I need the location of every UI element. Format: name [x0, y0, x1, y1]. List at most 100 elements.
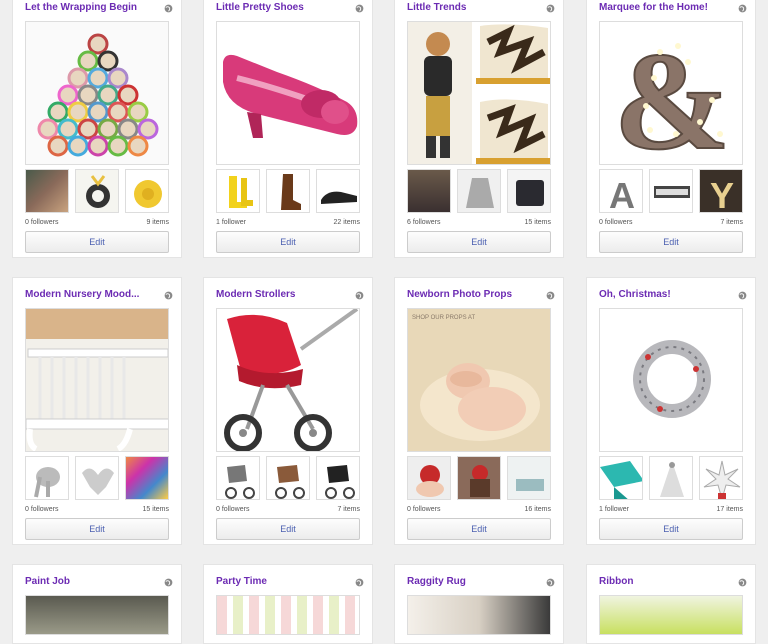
board-thumbnail[interactable] — [457, 169, 501, 213]
edit-board-button[interactable]: Edit — [407, 518, 551, 540]
items-count: 7 items — [337, 506, 360, 513]
globe-icon — [355, 578, 364, 587]
board-thumbnail[interactable] — [316, 169, 360, 213]
board-thumbnail[interactable] — [25, 456, 69, 500]
board-title[interactable]: Modern Nursery Mood... — [25, 288, 165, 304]
board-title[interactable]: Paint Job — [25, 575, 165, 591]
board-title[interactable]: Party Time — [216, 575, 356, 591]
followers-count: 0 followers — [25, 506, 59, 513]
globe-icon — [546, 4, 555, 13]
board-card[interactable]: Little Pretty Shoes 1 follower 22 items … — [203, 0, 373, 258]
cover-watermark: SHOP OUR PROPS AT — [412, 315, 475, 321]
board-thumbnail[interactable] — [125, 456, 169, 500]
board-thumbnail[interactable] — [407, 456, 451, 500]
board-title[interactable]: Oh, Christmas! — [599, 288, 739, 304]
board-thumbnail[interactable] — [649, 169, 693, 213]
board-thumbnail[interactable] — [75, 456, 119, 500]
edit-board-button[interactable]: Edit — [216, 518, 360, 540]
board-card[interactable]: Raggity Rug — [394, 564, 564, 644]
items-count: 15 items — [142, 506, 169, 513]
items-count: 7 items — [720, 219, 743, 226]
globe-icon — [164, 578, 173, 587]
items-count: 16 items — [524, 506, 551, 513]
board-thumbnail[interactable] — [599, 456, 643, 500]
board-thumbnail[interactable] — [407, 169, 451, 213]
edit-board-button[interactable]: Edit — [407, 231, 551, 253]
board-thumbnail[interactable] — [125, 169, 169, 213]
globe-icon — [546, 578, 555, 587]
followers-count: 0 followers — [25, 219, 59, 226]
board-card[interactable]: Party Time — [203, 564, 373, 644]
board-card[interactable]: Let the Wrapping Begin 0 followers 9 ite… — [12, 0, 182, 258]
board-cover-image[interactable] — [216, 308, 360, 452]
board-thumbnail[interactable] — [316, 456, 360, 500]
board-thumbnail[interactable] — [457, 456, 501, 500]
board-title[interactable]: Little Pretty Shoes — [216, 1, 356, 17]
board-title[interactable]: Ribbon — [599, 575, 739, 591]
items-count: 9 items — [146, 219, 169, 226]
followers-count: 0 followers — [216, 506, 250, 513]
board-cover-image[interactable]: SHOP OUR PROPS AT — [407, 308, 551, 452]
board-cover-image[interactable] — [407, 595, 551, 635]
board-thumbnail[interactable] — [266, 169, 310, 213]
board-title[interactable]: Little Trends — [407, 1, 547, 17]
board-thumbnail[interactable] — [25, 169, 69, 213]
svg-text:&: & — [614, 24, 731, 165]
board-cover-image[interactable] — [25, 595, 169, 635]
edit-board-button[interactable]: Edit — [25, 231, 169, 253]
globe-icon — [164, 291, 173, 300]
board-thumbnail[interactable] — [699, 456, 743, 500]
items-count: 17 items — [716, 506, 743, 513]
edit-board-button[interactable]: Edit — [599, 518, 743, 540]
board-thumbnail[interactable] — [266, 456, 310, 500]
board-title[interactable]: Marquee for the Home! — [599, 1, 739, 17]
globe-icon — [355, 4, 364, 13]
board-cover-image[interactable] — [25, 308, 169, 452]
board-card[interactable]: Newborn Photo Props SHOP OUR PROPS AT 0 … — [394, 277, 564, 545]
board-cover-image[interactable] — [599, 595, 743, 635]
board-thumbnail[interactable]: Y — [699, 169, 743, 213]
items-count: 15 items — [524, 219, 551, 226]
board-cover-image[interactable] — [25, 21, 169, 165]
board-card[interactable]: Modern Nursery Mood... 0 followers 15 it… — [12, 277, 182, 545]
board-thumbnail[interactable] — [216, 169, 260, 213]
board-cover-image[interactable] — [216, 21, 360, 165]
board-card[interactable]: Marquee for the Home! & A Y 0 followers … — [586, 0, 756, 258]
globe-icon — [738, 291, 747, 300]
board-card[interactable]: Little Trends 6 followers 15 items Edit — [394, 0, 564, 258]
board-cover-image[interactable]: & — [599, 21, 743, 165]
followers-count: 0 followers — [599, 219, 633, 226]
followers-count: 0 followers — [407, 506, 441, 513]
marquee-letter: Y — [710, 175, 734, 213]
marquee-letter: A — [609, 175, 635, 213]
followers-count: 1 follower — [599, 506, 629, 513]
globe-icon — [546, 291, 555, 300]
edit-board-button[interactable]: Edit — [599, 231, 743, 253]
edit-board-button[interactable]: Edit — [216, 231, 360, 253]
board-title[interactable]: Modern Strollers — [216, 288, 356, 304]
board-thumbnail[interactable]: A — [599, 169, 643, 213]
board-cover-image[interactable] — [599, 308, 743, 452]
board-card[interactable]: Oh, Christmas! 1 follower 17 items Edit — [586, 277, 756, 545]
globe-icon — [164, 4, 173, 13]
board-title[interactable]: Newborn Photo Props — [407, 288, 547, 304]
board-title[interactable]: Let the Wrapping Begin — [25, 1, 165, 17]
board-title[interactable]: Raggity Rug — [407, 575, 547, 591]
edit-board-button[interactable]: Edit — [25, 518, 169, 540]
board-thumbnail[interactable] — [649, 456, 693, 500]
board-card[interactable]: Ribbon — [586, 564, 756, 644]
board-cover-image[interactable] — [216, 595, 360, 635]
board-thumbnail[interactable] — [75, 169, 119, 213]
board-thumbnail[interactable] — [507, 456, 551, 500]
board-card[interactable]: Modern Strollers 0 followers 7 items Edi… — [203, 277, 373, 545]
board-card[interactable]: Paint Job — [12, 564, 182, 644]
followers-count: 1 follower — [216, 219, 246, 226]
board-cover-image[interactable] — [407, 21, 551, 165]
globe-icon — [355, 291, 364, 300]
board-thumbnail[interactable] — [216, 456, 260, 500]
globe-icon — [738, 4, 747, 13]
items-count: 22 items — [333, 219, 360, 226]
followers-count: 6 followers — [407, 219, 441, 226]
board-thumbnail[interactable] — [507, 169, 551, 213]
globe-icon — [738, 578, 747, 587]
